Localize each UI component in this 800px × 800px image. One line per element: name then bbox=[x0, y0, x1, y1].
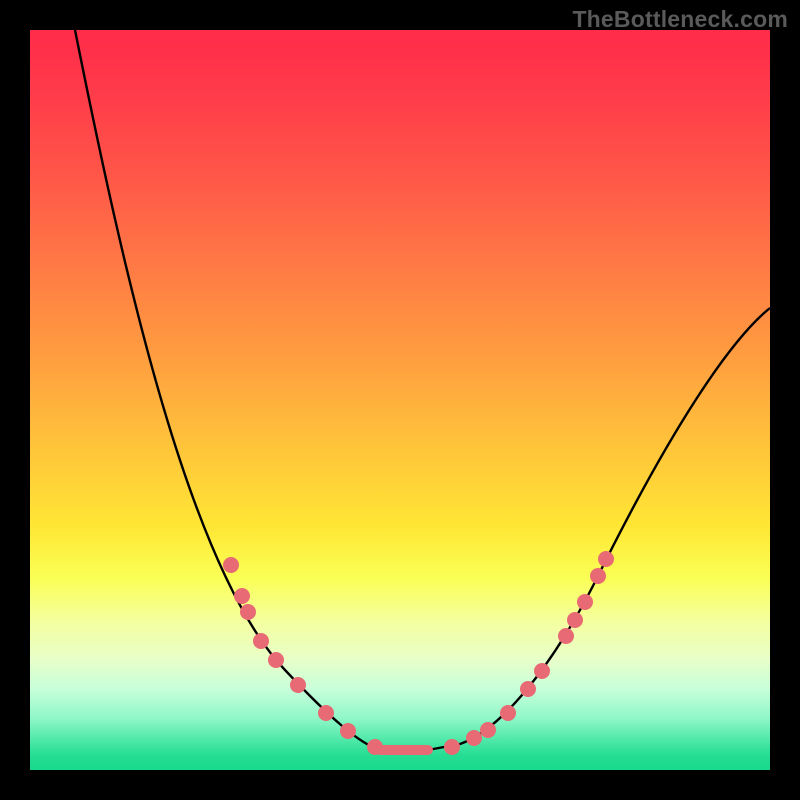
curve-left bbox=[75, 30, 428, 750]
data-point bbox=[268, 652, 284, 668]
dots-left-group bbox=[223, 557, 383, 755]
data-point bbox=[500, 705, 516, 721]
data-point bbox=[240, 604, 256, 620]
data-point bbox=[290, 677, 306, 693]
data-point bbox=[480, 722, 496, 738]
data-point bbox=[318, 705, 334, 721]
watermark-text: TheBottleneck.com bbox=[572, 6, 788, 33]
data-point bbox=[567, 612, 583, 628]
data-point bbox=[577, 594, 593, 610]
data-point bbox=[534, 663, 550, 679]
data-point bbox=[444, 739, 460, 755]
data-point bbox=[598, 551, 614, 567]
chart-svg bbox=[30, 30, 770, 770]
data-point bbox=[253, 633, 269, 649]
data-point bbox=[223, 557, 239, 573]
data-point bbox=[340, 723, 356, 739]
curve-right bbox=[428, 308, 770, 750]
data-point bbox=[466, 730, 482, 746]
data-point bbox=[590, 568, 606, 584]
chart-frame bbox=[30, 30, 770, 770]
data-point bbox=[234, 588, 250, 604]
data-point bbox=[367, 739, 383, 755]
data-point bbox=[558, 628, 574, 644]
data-point bbox=[520, 681, 536, 697]
dots-right-group bbox=[444, 551, 614, 755]
